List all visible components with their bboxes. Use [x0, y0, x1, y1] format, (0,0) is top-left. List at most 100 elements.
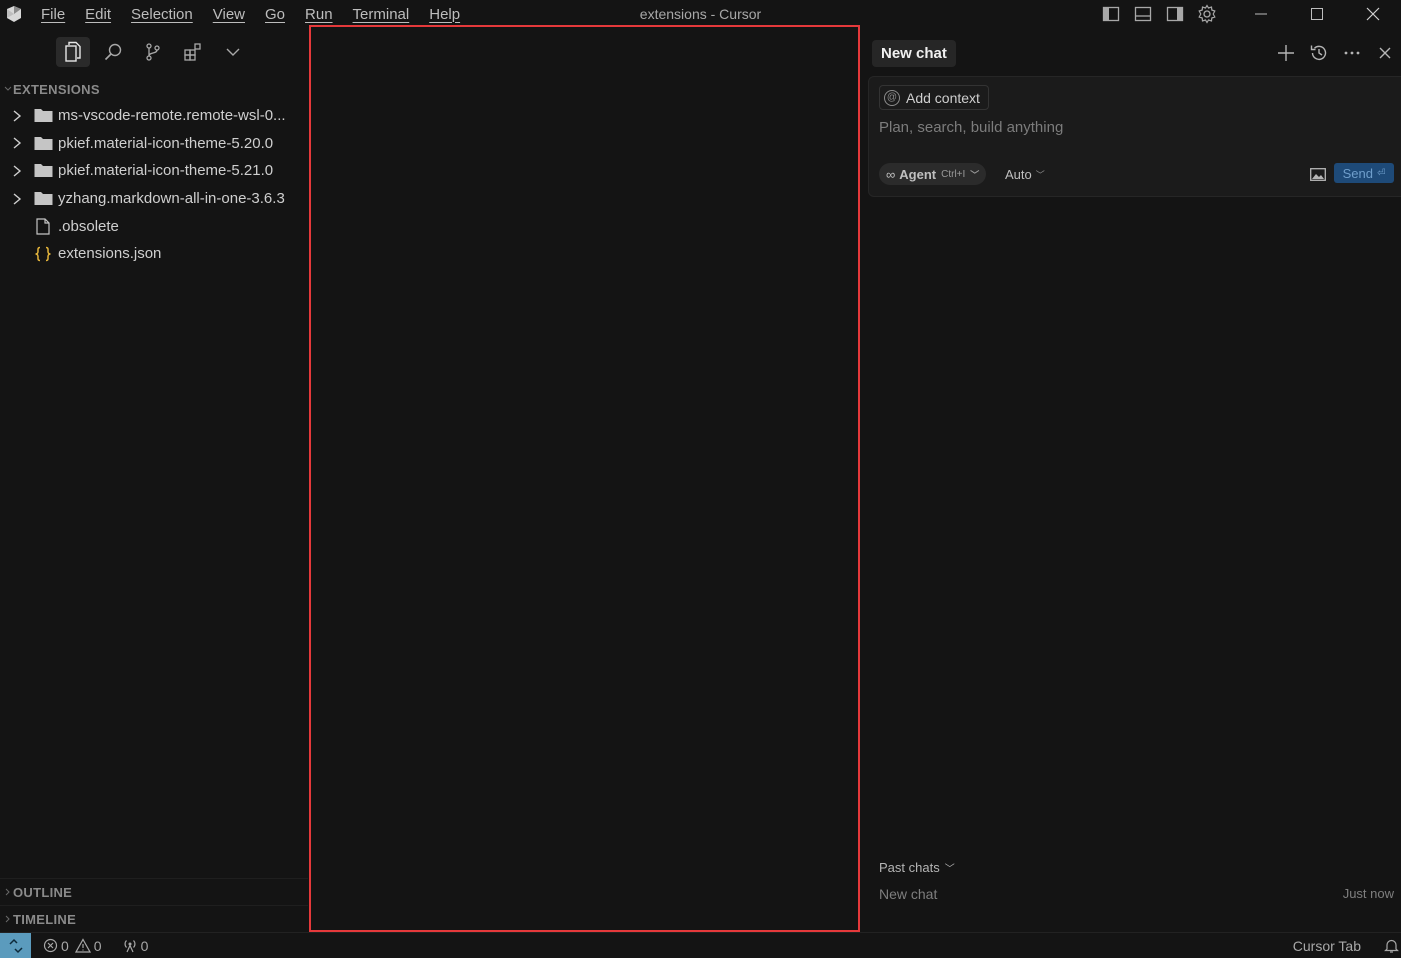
more-actions-button[interactable]	[1335, 38, 1368, 68]
chat-panel: New chat @ Add context ∞ Agent Ctrl+I ﹀ …	[868, 28, 1401, 932]
menu-terminal[interactable]: Terminal	[343, 0, 420, 28]
remote-indicator-button[interactable]	[0, 933, 31, 958]
gear-icon	[1198, 4, 1216, 24]
search-button[interactable]	[96, 37, 130, 67]
outline-section-header[interactable]: OUTLINE	[0, 878, 308, 905]
chevron-right-icon	[0, 192, 32, 206]
close-chat-button[interactable]	[1368, 38, 1401, 68]
folder-icon	[32, 108, 54, 123]
section-title: EXTENSIONS	[13, 81, 100, 97]
primary-sidebar: EXTENSIONS ms-vscode-remote.remote-wsl-0…	[0, 28, 308, 932]
problems-indicator[interactable]: 0 0	[43, 938, 102, 954]
folder-icon	[32, 163, 54, 178]
chat-tab[interactable]: New chat	[872, 39, 956, 67]
timeline-section-header[interactable]: TIMELINE	[0, 905, 308, 932]
menu-edit[interactable]: Edit	[75, 0, 121, 28]
toggle-panel-button[interactable]	[1127, 0, 1159, 28]
agent-mode-dropdown[interactable]: ∞ Agent Ctrl+I ﹀	[879, 163, 987, 185]
chevron-right-icon	[0, 109, 32, 123]
toggle-secondary-sidebar-button[interactable]	[1159, 0, 1191, 28]
past-chat-item[interactable]: New chat Just now	[879, 886, 1394, 902]
add-context-button[interactable]: @ Add context	[879, 85, 989, 110]
extensions-section-header[interactable]: EXTENSIONS	[0, 76, 308, 102]
past-chats-label: Past chats	[879, 860, 940, 875]
attach-image-button[interactable]	[1309, 165, 1327, 183]
tree-item-label: ms-vscode-remote.remote-wsl-0...	[58, 107, 286, 125]
menu-go[interactable]: Go	[255, 0, 295, 28]
layout-sidebar-right-icon	[1166, 6, 1184, 22]
error-icon	[43, 938, 58, 953]
tree-item-folder[interactable]: pkief.material-icon-theme-5.21.0	[0, 157, 308, 185]
send-button[interactable]: Send ⏎	[1334, 163, 1394, 183]
tree-item-folder[interactable]: pkief.material-icon-theme-5.20.0	[0, 130, 308, 158]
error-count: 0	[61, 937, 69, 954]
explorer-button[interactable]	[56, 37, 90, 67]
file-tree: ms-vscode-remote.remote-wsl-0... pkief.m…	[0, 102, 308, 268]
tree-item-folder[interactable]: yzhang.markdown-all-in-one-3.6.3	[0, 185, 308, 213]
chat-composer: @ Add context ∞ Agent Ctrl+I ﹀ Auto ﹀ Se…	[868, 76, 1401, 197]
settings-button[interactable]	[1191, 0, 1223, 28]
search-icon	[104, 43, 122, 61]
model-dropdown[interactable]: Auto ﹀	[1005, 163, 1045, 185]
ports-count: 0	[140, 937, 149, 954]
close-window-button[interactable]	[1345, 0, 1401, 28]
menu-file[interactable]: File	[31, 0, 75, 28]
agent-shortcut: Ctrl+I	[941, 168, 966, 180]
menu-selection[interactable]: Selection	[121, 0, 203, 28]
close-icon	[1379, 47, 1390, 59]
cursor-tab-status[interactable]: Cursor Tab	[1293, 938, 1361, 954]
json-braces-icon	[32, 246, 54, 262]
folder-icon	[32, 136, 54, 151]
tree-item-folder[interactable]: ms-vscode-remote.remote-wsl-0...	[0, 102, 308, 130]
warning-count: 0	[93, 937, 102, 954]
ports-indicator[interactable]: 0	[122, 937, 149, 954]
menu-view[interactable]: View	[203, 0, 255, 28]
close-icon	[1366, 7, 1380, 21]
tree-item-label: extensions.json	[58, 245, 162, 263]
new-chat-button[interactable]	[1269, 38, 1302, 68]
past-chats-toggle[interactable]: Past chats ﹀	[879, 860, 955, 875]
menu-help[interactable]: Help	[419, 0, 470, 28]
chat-prompt-input[interactable]	[879, 119, 1379, 136]
tree-item-label: yzhang.markdown-all-in-one-3.6.3	[58, 190, 285, 208]
layout-panel-icon	[1134, 6, 1152, 22]
ellipsis-icon	[1344, 51, 1359, 55]
tree-item-label: .obsolete	[58, 217, 119, 235]
remote-icon	[8, 938, 23, 953]
chevron-down-icon: ﹀	[970, 169, 980, 180]
tree-item-file[interactable]: .obsolete	[0, 212, 308, 240]
enter-key-icon: ⏎	[1376, 167, 1386, 179]
editor-area[interactable]	[309, 25, 860, 932]
source-control-button[interactable]	[136, 37, 170, 67]
file-icon	[32, 218, 54, 235]
send-label: Send	[1342, 165, 1373, 181]
chevron-right-icon	[0, 164, 32, 178]
timeline-title: TIMELINE	[13, 911, 77, 927]
image-icon	[1310, 167, 1326, 181]
chevron-right-icon	[0, 136, 32, 150]
infinity-icon: ∞	[886, 166, 896, 182]
broadcast-icon	[124, 940, 136, 953]
chevron-down-icon: ﹀	[1035, 169, 1045, 180]
bell-icon	[1383, 939, 1399, 953]
notifications-button[interactable]	[1381, 938, 1401, 954]
tree-item-label: pkief.material-icon-theme-5.20.0	[58, 134, 274, 152]
maximize-icon	[1311, 8, 1323, 20]
cursor-logo-icon	[0, 0, 28, 28]
chevron-down-icon: ﹀	[944, 864, 955, 875]
warning-icon	[74, 938, 91, 953]
extensions-button[interactable]	[176, 37, 210, 67]
model-label: Auto	[1005, 166, 1032, 182]
chat-history-button[interactable]	[1302, 38, 1335, 68]
past-chat-time: Just now	[1342, 886, 1394, 901]
tree-item-file[interactable]: extensions.json	[0, 240, 308, 268]
source-control-icon	[146, 43, 160, 61]
menu-run[interactable]: Run	[295, 0, 343, 28]
toggle-primary-sidebar-button[interactable]	[1095, 0, 1127, 28]
maximize-button[interactable]	[1289, 0, 1345, 28]
chevron-down-icon	[2, 85, 13, 93]
minimize-icon	[1255, 13, 1267, 15]
more-views-button[interactable]	[216, 37, 250, 67]
minimize-button[interactable]	[1233, 0, 1289, 28]
chevron-right-icon	[2, 888, 13, 896]
